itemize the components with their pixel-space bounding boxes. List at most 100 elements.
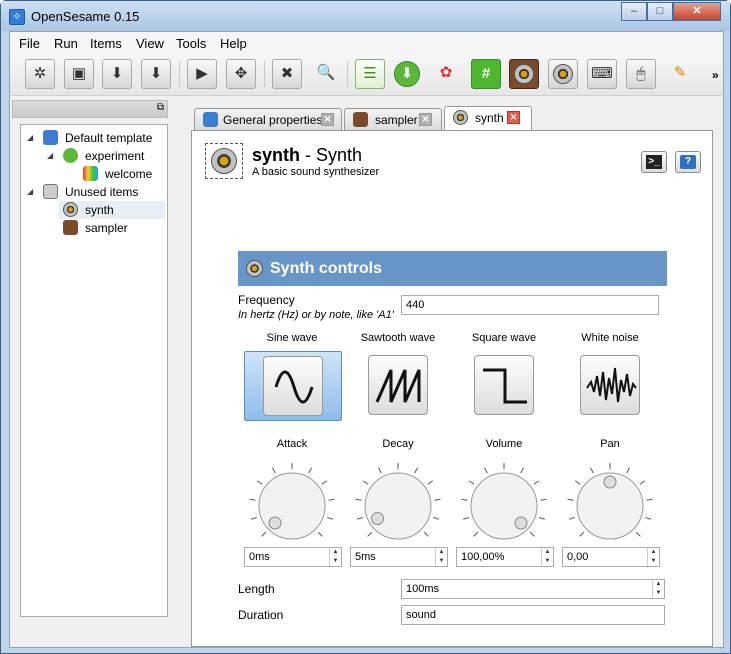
tab-sampler[interactable]: sampler ✕ [344, 108, 442, 130]
run-fullscreen-icon[interactable]: ✥ [226, 59, 256, 89]
loop-icon[interactable]: ⬇ [394, 61, 420, 87]
item-title[interactable]: synth - Synth [252, 145, 362, 166]
spinner-arrows-icon[interactable]: ▲ ▼ [541, 548, 553, 566]
spinner-arrows-icon[interactable]: ▲ ▼ [435, 548, 447, 566]
item-icon[interactable] [205, 143, 243, 179]
item-name: synth [252, 145, 301, 165]
collapse-arrow-icon[interactable]: ◢ [27, 183, 33, 201]
spinner-arrows-icon[interactable]: ▲ ▼ [647, 548, 659, 566]
minimize-button[interactable]: – [621, 2, 647, 21]
dial-tick [427, 480, 434, 485]
window-title: OpenSesame 0.15 [31, 9, 140, 24]
sawtooth-wave-button[interactable] [350, 351, 448, 421]
dial-tick [434, 498, 441, 501]
help-button[interactable]: ? [675, 151, 701, 173]
tree-item-unused-items[interactable]: ◢ Unused items [21, 183, 167, 201]
synth-icon[interactable] [548, 59, 578, 89]
run-icon[interactable]: ▶ [187, 59, 217, 89]
tree-item-label: Default template [65, 131, 153, 145]
tree-item-welcome[interactable]: welcome [21, 165, 167, 183]
close-tab-icon[interactable]: ✕ [507, 111, 520, 124]
tab-label: synth [475, 111, 504, 125]
square-wave-button[interactable] [456, 351, 554, 421]
attack-input[interactable]: 0ms ▲ ▼ [244, 547, 342, 567]
dial-tick [635, 531, 641, 537]
dock-float-icon[interactable]: ⧉ [157, 102, 164, 113]
logger-icon[interactable]: # [471, 59, 501, 89]
close-tab-icon[interactable]: ✕ [321, 113, 334, 126]
dial-tick [378, 467, 382, 474]
tree-item-synth[interactable]: synth [59, 201, 165, 219]
menu-tools[interactable]: Tools [176, 36, 206, 51]
dial-tick [473, 531, 479, 537]
dial-indicator [603, 475, 617, 489]
dial-tick [433, 516, 440, 520]
white-noise-button[interactable] [562, 351, 660, 421]
pan-value: 0,00 [567, 551, 589, 563]
maximize-button[interactable]: □ [647, 2, 673, 21]
script-button[interactable]: >_ [641, 151, 667, 173]
sine-wave-icon [263, 356, 323, 416]
resize-grip-icon[interactable]: ⋰ [719, 640, 728, 651]
spinner-arrows-icon[interactable]: ▲ ▼ [652, 580, 664, 598]
pan-dial[interactable] [565, 461, 655, 551]
menu-items[interactable]: Items [90, 36, 122, 51]
overview-dock: ⧉ ◢ Default template ◢ experiment welcom… [10, 98, 170, 647]
inspect-icon[interactable]: 🔍 [311, 59, 341, 89]
spinner-arrows-icon[interactable]: ▲ ▼ [329, 548, 341, 566]
dial-tick [461, 498, 468, 501]
menu-view[interactable]: View [136, 36, 164, 51]
knob-label: Pan [600, 438, 620, 450]
dial-tick [272, 467, 276, 474]
collapse-arrow-icon[interactable]: ◢ [47, 147, 53, 165]
dial-tick [529, 531, 535, 537]
keyboard-icon[interactable]: ⌨ [587, 59, 617, 89]
attack-dial[interactable] [247, 461, 337, 551]
open-icon[interactable]: ▣ [64, 59, 94, 89]
tree-item-experiment[interactable]: ◢ experiment [21, 147, 167, 165]
collapse-arrow-icon[interactable]: ◢ [27, 129, 33, 147]
sequence-icon[interactable]: ☰ [355, 59, 385, 89]
menu-run[interactable]: Run [54, 36, 78, 51]
dial-tick [520, 467, 524, 474]
tab-bar: General properties ✕ sampler ✕ synth ✕ [191, 106, 723, 131]
dial-body [258, 472, 326, 540]
pan-input[interactable]: 0,00 ▲ ▼ [562, 547, 660, 567]
dial-tick [533, 480, 540, 485]
decay-input[interactable]: 5ms ▲ ▼ [350, 547, 448, 567]
length-input[interactable]: 100ms ▲ ▼ [401, 579, 665, 599]
kill-icon[interactable]: ✖ [272, 59, 302, 89]
dial-tick [462, 516, 469, 520]
volume-dial[interactable] [459, 461, 549, 551]
mouse-icon[interactable]: 🖱 [626, 59, 656, 89]
help-icon: ? [680, 155, 696, 169]
tree-item-sampler[interactable]: sampler [59, 219, 165, 237]
wave-label: White noise [581, 332, 639, 344]
menu-help[interactable]: Help [220, 36, 247, 51]
notepad-icon[interactable]: ✎ [665, 59, 695, 89]
sketchpad-icon[interactable]: ✿ [431, 59, 461, 89]
app-icon: ✧ [9, 9, 25, 25]
sampler-icon [353, 112, 368, 127]
close-tab-icon[interactable]: ✕ [419, 113, 432, 126]
decay-dial[interactable] [353, 461, 443, 551]
close-button[interactable]: ✕ [673, 2, 721, 21]
tab-general-properties[interactable]: General properties ✕ [194, 108, 342, 130]
toolbar-more-button[interactable]: » [712, 68, 719, 82]
title-bar[interactable]: ✧ OpenSesame 0.15 – □ ✕ [1, 1, 730, 31]
item-description: A basic sound synthesizer [252, 166, 380, 178]
save-as-icon[interactable]: ⬇ [141, 59, 171, 89]
new-icon[interactable]: ✲ [25, 59, 55, 89]
tree-item-default-template[interactable]: ◢ Default template [21, 129, 167, 147]
menu-file[interactable]: File [19, 36, 40, 51]
save-icon[interactable]: ⬇ [102, 59, 132, 89]
sine-wave-button[interactable] [244, 351, 342, 421]
sampler-icon[interactable] [509, 59, 539, 89]
duration-input[interactable]: sound [401, 605, 665, 625]
frequency-input[interactable]: 440 [401, 295, 659, 315]
volume-input[interactable]: 100,00% ▲ ▼ [456, 547, 554, 567]
dial-tick [249, 498, 256, 501]
duration-label: Duration [238, 608, 284, 622]
section-title: Synth controls [270, 260, 383, 277]
tab-synth[interactable]: synth ✕ [444, 106, 532, 131]
